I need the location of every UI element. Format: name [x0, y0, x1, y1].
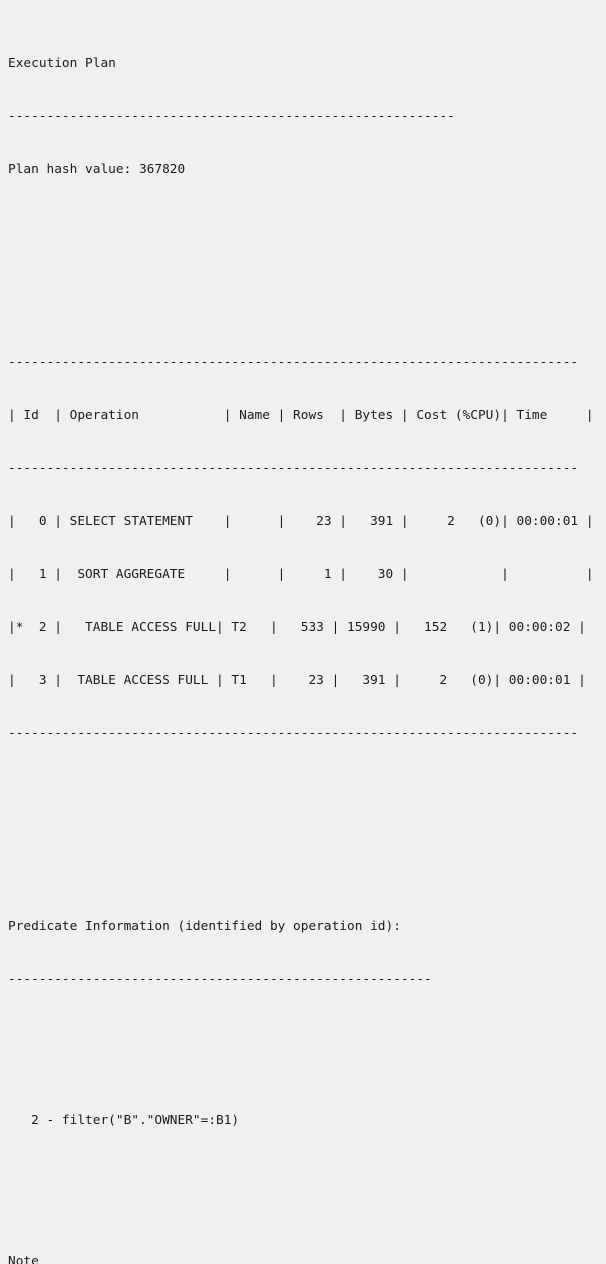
plan-table-top-rule: ----------------------------------------… [8, 355, 579, 371]
table-row: |* 2 | TABLE ACCESS FULL| T2 | 533 | 159… [8, 619, 586, 635]
execution-plan-title-rule: ----------------------------------------… [8, 108, 455, 124]
plan-table-bottom-rule: ----------------------------------------… [8, 725, 579, 741]
table-row: | 3 | TABLE ACCESS FULL | T1 | 23 | 391 … [8, 672, 586, 688]
execution-plan-title: Execution Plan [8, 55, 116, 71]
table-row: | 1 | SORT AGGREGATE | | 1 | 30 | | | [8, 566, 594, 582]
table-row: | 0 | SELECT STATEMENT | | 23 | 391 | 2 … [8, 514, 594, 530]
plan-table-header-rule: ----------------------------------------… [8, 461, 579, 477]
plan-table-header: | Id | Operation | Name | Rows | Bytes |… [8, 408, 594, 424]
note-heading: Note [8, 1254, 39, 1264]
predicate-information-heading: Predicate Information (identified by ope… [8, 919, 401, 935]
plan-hash-value: Plan hash value: 367820 [8, 161, 186, 177]
sql-console-output: Execution Plan -------------------------… [0, 0, 606, 1264]
predicate-information-rule: ----------------------------------------… [8, 972, 432, 988]
predicate-entry: 2 - filter("B"."OWNER"=:B1) [8, 1113, 240, 1129]
